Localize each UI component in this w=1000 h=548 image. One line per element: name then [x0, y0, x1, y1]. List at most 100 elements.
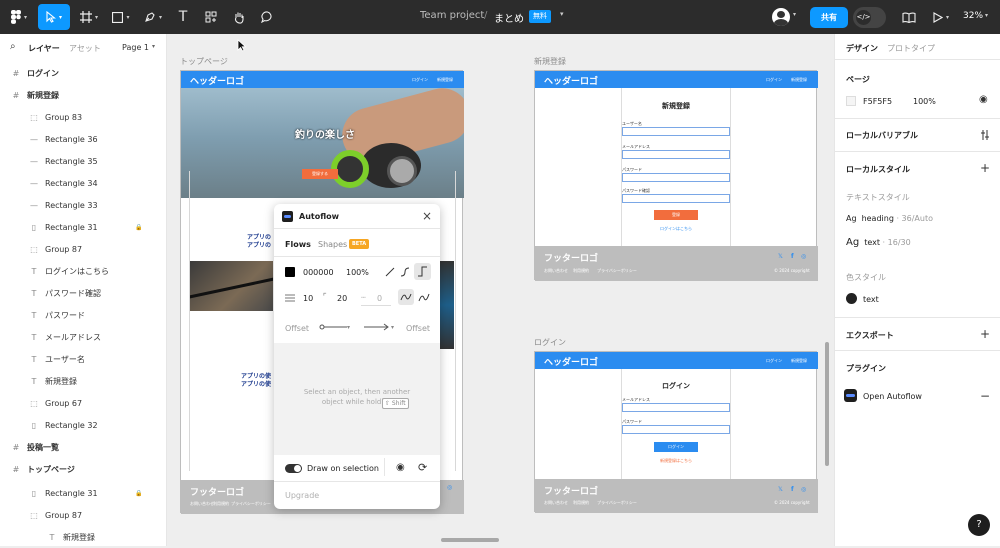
variables-adjust-icon[interactable] [979, 129, 991, 141]
horizontal-scrollbar[interactable] [441, 538, 499, 542]
resources-button[interactable] [200, 4, 222, 30]
frame-login[interactable]: ヘッダーロゴ ログイン 新規登録 ログイン メールアドレス パスワード ログイン… [534, 351, 818, 513]
tab-layers[interactable]: レイヤー [28, 43, 60, 54]
start-point-icon[interactable] [319, 322, 349, 332]
page-selector[interactable]: Page 1 [122, 43, 149, 52]
layer-row[interactable]: T メールアドレス [0, 326, 166, 348]
color-swatch[interactable] [285, 267, 295, 277]
file-name[interactable]: まとめ [494, 10, 524, 25]
tab-design[interactable]: デザイン [846, 43, 878, 54]
canvas[interactable]: トップページ ヘッダーロゴ ログイン 新規登録 釣りの楽しさ 登録する アプリの… [167, 34, 834, 546]
frame-signup[interactable]: ヘッダーロゴ ログイン 新規登録 新規登録 ユーザー名 メールアドレス パスワー… [534, 70, 818, 281]
layer-row[interactable]: T パスワード確認 [0, 282, 166, 304]
layer-row[interactable]: — Rectangle 36 [0, 128, 166, 150]
search-icon[interactable]: ⌕ [10, 41, 16, 52]
pen-tool-button[interactable]: ▾ [140, 4, 166, 30]
straight-line-icon[interactable] [384, 266, 396, 278]
stroke-weight[interactable]: 10 [303, 294, 313, 303]
color-style-text[interactable]: text [863, 295, 879, 304]
avatar[interactable] [772, 8, 790, 26]
local-variables-title[interactable]: ローカルバリアブル [846, 130, 918, 141]
layer-row[interactable]: ⬚ Group 83 [0, 106, 166, 128]
layer-row[interactable]: ▯ Rectangle 31 🔒 [0, 482, 166, 504]
wave-alt-icon[interactable] [417, 290, 431, 304]
hand-tool-button[interactable] [228, 4, 250, 30]
add-export-icon[interactable]: + [980, 327, 990, 341]
project-name[interactable]: Team project [420, 10, 484, 21]
lock-icon[interactable]: 🔒 [135, 224, 142, 231]
zoom-level[interactable]: 32% [963, 11, 983, 21]
add-style-icon[interactable]: + [980, 161, 990, 175]
layer-row[interactable]: ⬚ Group 67 [0, 392, 166, 414]
frame-label-login[interactable]: ログイン [534, 337, 566, 348]
layer-row[interactable]: # トップページ [0, 458, 166, 480]
tab-shapes[interactable]: Shapes [318, 240, 347, 249]
layer-row[interactable]: — Rectangle 34 [0, 172, 166, 194]
dev-mode-toggle[interactable]: </> [853, 7, 886, 28]
end-arrow-icon[interactable] [363, 322, 391, 332]
page-color-swatch[interactable] [846, 96, 856, 106]
move-tool-button[interactable]: ▾ [38, 4, 70, 30]
remove-plugin-icon[interactable]: − [980, 389, 990, 403]
open-autoflow-button[interactable]: Open Autoflow [863, 392, 922, 401]
share-button[interactable]: 共有 [810, 7, 848, 28]
lock-icon[interactable]: 🔒 [135, 490, 142, 497]
draw-on-selection-toggle[interactable] [285, 464, 302, 473]
upgrade-link[interactable]: Upgrade [285, 491, 319, 500]
start-point-chevron-icon[interactable]: ▾ [347, 324, 350, 331]
frame-tool-button[interactable]: ▾ [76, 4, 102, 30]
library-button[interactable] [898, 4, 920, 30]
visibility-eye-icon[interactable]: ◉ [979, 94, 988, 105]
frame-label-signup[interactable]: 新規登録 [534, 56, 566, 67]
tab-flows[interactable]: Flows [285, 240, 311, 249]
file-menu-chevron-icon[interactable]: ▾ [560, 10, 564, 18]
zoom-chevron-icon[interactable]: ▾ [985, 12, 988, 19]
shape-tool-button[interactable]: ▾ [108, 4, 134, 30]
color-opacity[interactable]: 100% [346, 268, 369, 277]
layer-row[interactable]: — Rectangle 35 [0, 150, 166, 172]
facebook-icon: f [791, 486, 794, 493]
text-tool-button[interactable]: T [172, 4, 194, 30]
curve-line-icon[interactable] [399, 266, 411, 278]
page-color-opacity[interactable]: 100% [913, 97, 936, 106]
text-style-text[interactable]: Ag text · 16/30 [846, 237, 911, 248]
rect-icon: ▯ [31, 488, 37, 498]
layer-row[interactable]: T ログインはこちら [0, 260, 166, 282]
layer-row[interactable]: T パスワード [0, 304, 166, 326]
layer-row[interactable]: # 投稿一覧 [0, 436, 166, 458]
layer-row[interactable]: # 新規登録 [0, 84, 166, 106]
layer-row[interactable]: T ユーザー名 [0, 348, 166, 370]
page-chevron-icon[interactable]: ▾ [152, 43, 155, 50]
tab-assets[interactable]: アセット [69, 43, 101, 54]
text-icon: T [31, 310, 37, 320]
text-style-icon: Ag [846, 237, 860, 248]
frame-label-top[interactable]: トップページ [180, 56, 228, 67]
layer-row[interactable]: ▯ Rectangle 32 [0, 414, 166, 436]
layer-row[interactable]: ⬚ Group 87 [0, 238, 166, 260]
avatar-chevron-icon[interactable]: ▾ [793, 11, 796, 18]
page-color-hex[interactable]: F5F5F5 [863, 97, 892, 106]
layer-row[interactable]: T 新規登録 [0, 370, 166, 392]
close-icon[interactable]: × [422, 209, 432, 223]
tab-prototype[interactable]: プロトタイプ [887, 43, 935, 54]
layer-row[interactable]: # ログイン [0, 62, 166, 84]
layers-panel: ⌕ レイヤー アセット Page 1 ▾ # ログイン # 新規登録 ⬚ Group 83… [0, 34, 167, 546]
corner-radius[interactable]: 20 [337, 294, 347, 303]
dash-value[interactable]: 0 [377, 294, 382, 303]
elbow-line-button[interactable] [414, 263, 431, 280]
layer-row[interactable]: ⬚ Group 87 [0, 504, 166, 526]
present-button[interactable]: ▾ [930, 4, 952, 30]
eye-icon[interactable]: ◉ [396, 462, 405, 473]
end-arrow-chevron-icon[interactable]: ▾ [391, 324, 394, 331]
color-hex[interactable]: 000000 [303, 268, 334, 277]
refresh-icon[interactable]: ⟳ [418, 461, 427, 474]
vertical-scrollbar[interactable] [825, 342, 829, 466]
figma-menu-button[interactable]: ▾ [6, 4, 32, 30]
text-style-heading[interactable]: Ag heading · 36/Auto [846, 214, 933, 223]
wave-style-button[interactable] [398, 289, 414, 305]
layer-row[interactable]: T 新規登録 [0, 526, 166, 548]
layer-row[interactable]: — Rectangle 33 [0, 194, 166, 216]
layer-row[interactable]: ▯ Rectangle 31 🔒 [0, 216, 166, 238]
help-button[interactable]: ? [968, 514, 990, 536]
comment-tool-button[interactable] [256, 4, 278, 30]
